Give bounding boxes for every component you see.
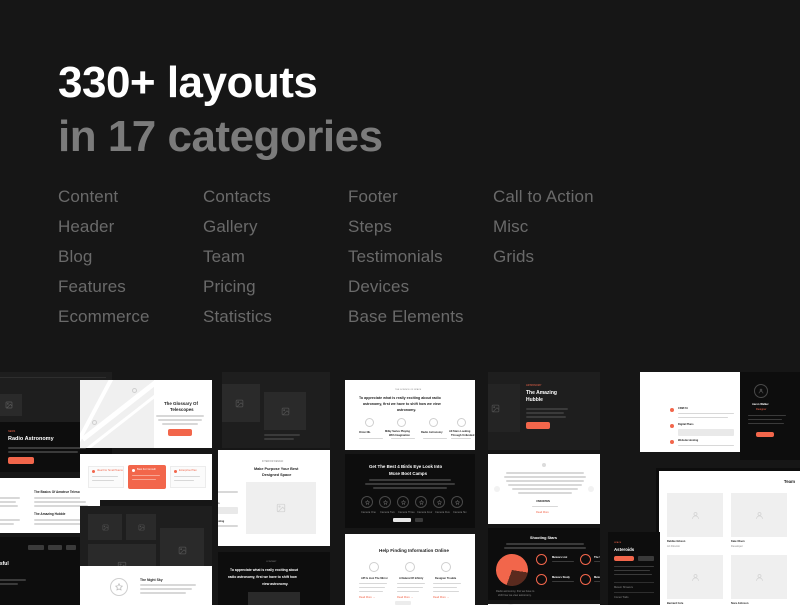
category-item-statistics[interactable]: Statistics <box>203 302 348 332</box>
category-item-blog[interactable]: Blog <box>58 242 203 272</box>
gallery-card-team-grid[interactable]: Team Debbie Gibson Art Director Kate Ols… <box>656 468 800 605</box>
headline-primary: 330+ layouts <box>58 58 383 108</box>
category-column-4: Call to Action Misc Grids <box>493 182 594 332</box>
category-item-devices[interactable]: Devices <box>348 272 493 302</box>
category-item-pricing[interactable]: Pricing <box>203 272 348 302</box>
category-item-header[interactable]: Header <box>58 212 203 242</box>
headline-secondary: in 17 categories <box>58 112 383 162</box>
category-column-1: Content Header Blog Features Ecommerce <box>58 182 203 332</box>
gallery-card-make-purpose[interactable]: INTERIOR DESIGN Make Purpose Your Best D… <box>218 450 330 546</box>
gallery-card-side-gallery[interactable] <box>222 372 330 448</box>
gallery-card-twilight-sky[interactable]: The Night Sky <box>80 566 212 605</box>
category-item-call-to-action[interactable]: Call to Action <box>493 182 594 212</box>
gallery-card-quote-block[interactable]: UNKNOWN Read More <box>488 454 600 524</box>
template-gallery: NEWS Radio Astronomy The Basics Of Teles… <box>0 372 800 605</box>
category-item-gallery[interactable]: Gallery <box>203 212 348 242</box>
gallery-card-pricing-strip[interactable]: Ideal For Small Teams Best For Growth En… <box>80 454 212 500</box>
gallery-card-amazing-hubble[interactable]: ASTRONOMY The Amazing Hubble <box>488 372 600 450</box>
gallery-card-asteroids[interactable]: SPACE Asteroids Meteor Showers Comet Tra… <box>608 532 660 605</box>
category-column-3: Footer Steps Testimonials Devices Base E… <box>348 182 493 332</box>
category-item-base-elements[interactable]: Base Elements <box>348 302 493 332</box>
page-root: 330+ layouts in 17 categories Content He… <box>0 0 800 605</box>
category-item-testimonials[interactable]: Testimonials <box>348 242 493 272</box>
category-item-team[interactable]: Team <box>203 242 348 272</box>
gallery-card-help-finding-info[interactable]: Help Finding Information Online API Is J… <box>345 534 475 605</box>
category-item-misc[interactable]: Misc <box>493 212 594 242</box>
category-item-features[interactable]: Features <box>58 272 203 302</box>
gallery-card-glossary-telescopes[interactable]: The Glossary Of Telescopes <box>80 380 212 448</box>
hero-section: 330+ layouts in 17 categories Content He… <box>0 0 800 372</box>
gallery-card-shooting-stars[interactable]: Shooting Stars Radio astronomy, first we… <box>488 528 600 600</box>
category-column-2: Contacts Gallery Team Pricing Statistics <box>203 182 348 332</box>
category-item-grids[interactable]: Grids <box>493 242 594 272</box>
category-item-steps[interactable]: Steps <box>348 212 493 242</box>
gallery-card-radio-astronomy-intro[interactable]: THE SCIENCE OF SPACE To appreciate what … <box>345 380 475 450</box>
category-item-footer[interactable]: Footer <box>348 182 493 212</box>
category-item-contacts[interactable]: Contacts <box>203 182 348 212</box>
gallery-card-boot-camps[interactable]: Get The Best 4 Birds Eye Look Into Mcse … <box>345 454 475 528</box>
gallery-card-appreciate-dark[interactable]: CONTENT To appreciate what is really exc… <box>218 552 330 605</box>
category-item-ecommerce[interactable]: Ecommerce <box>58 302 203 332</box>
page-title: 330+ layouts in 17 categories <box>58 58 383 162</box>
category-list: Content Header Blog Features Ecommerce C… <box>58 182 594 332</box>
category-item-content[interactable]: Content <box>58 182 203 212</box>
gallery-card-team-profiles[interactable]: Aaron Walker Designer <box>740 372 800 460</box>
